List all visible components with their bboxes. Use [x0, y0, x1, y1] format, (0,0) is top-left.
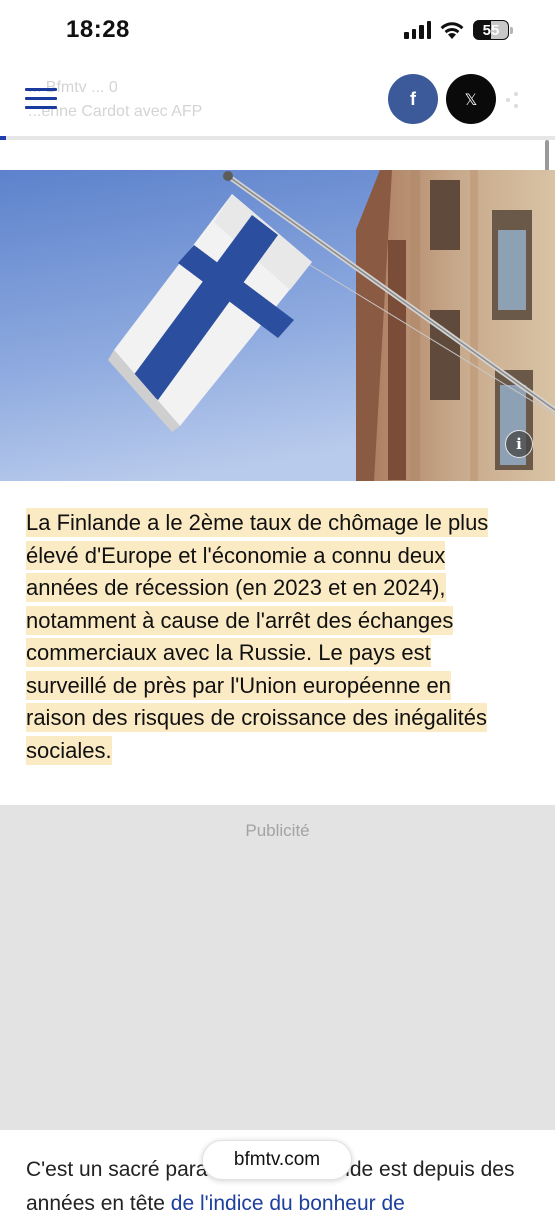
- share-more-icon[interactable]: [506, 90, 520, 110]
- ad-label: Publicité: [245, 821, 310, 840]
- hero-image: [0, 170, 555, 481]
- image-info-icon[interactable]: i: [505, 430, 533, 458]
- share-x-button[interactable]: 𝕏: [446, 74, 496, 124]
- ad-block: Publicité: [0, 805, 555, 1130]
- site-header: ... Bfmtv ... 0 ...enne Cardot avec AFP …: [0, 64, 555, 136]
- share-facebook-button[interactable]: f: [388, 74, 438, 124]
- scroll-indicator: [545, 140, 549, 174]
- highlighted-summary-text: La Finlande a le 2ème taux de chômage le…: [26, 508, 489, 765]
- hamburger-menu-icon[interactable]: [25, 88, 57, 110]
- signal-icon: [404, 21, 431, 39]
- battery-level: 55: [482, 21, 500, 39]
- status-bar: 18:28 55: [0, 0, 555, 64]
- reading-progress-track: [0, 136, 555, 140]
- highlighted-summary: La Finlande a le 2ème taux de chômage le…: [26, 507, 516, 767]
- x-logo-icon: 𝕏: [464, 89, 478, 109]
- wifi-icon: [439, 21, 465, 40]
- status-time: 18:28: [66, 16, 130, 43]
- battery-icon: 55: [473, 20, 513, 40]
- status-icons: 55: [404, 20, 513, 40]
- happiness-index-link[interactable]: de l'indice du bonheur de: [171, 1192, 405, 1215]
- facebook-icon: f: [410, 88, 416, 109]
- url-bar[interactable]: bfmtv.com: [202, 1140, 352, 1180]
- reading-progress-bar: [0, 136, 6, 140]
